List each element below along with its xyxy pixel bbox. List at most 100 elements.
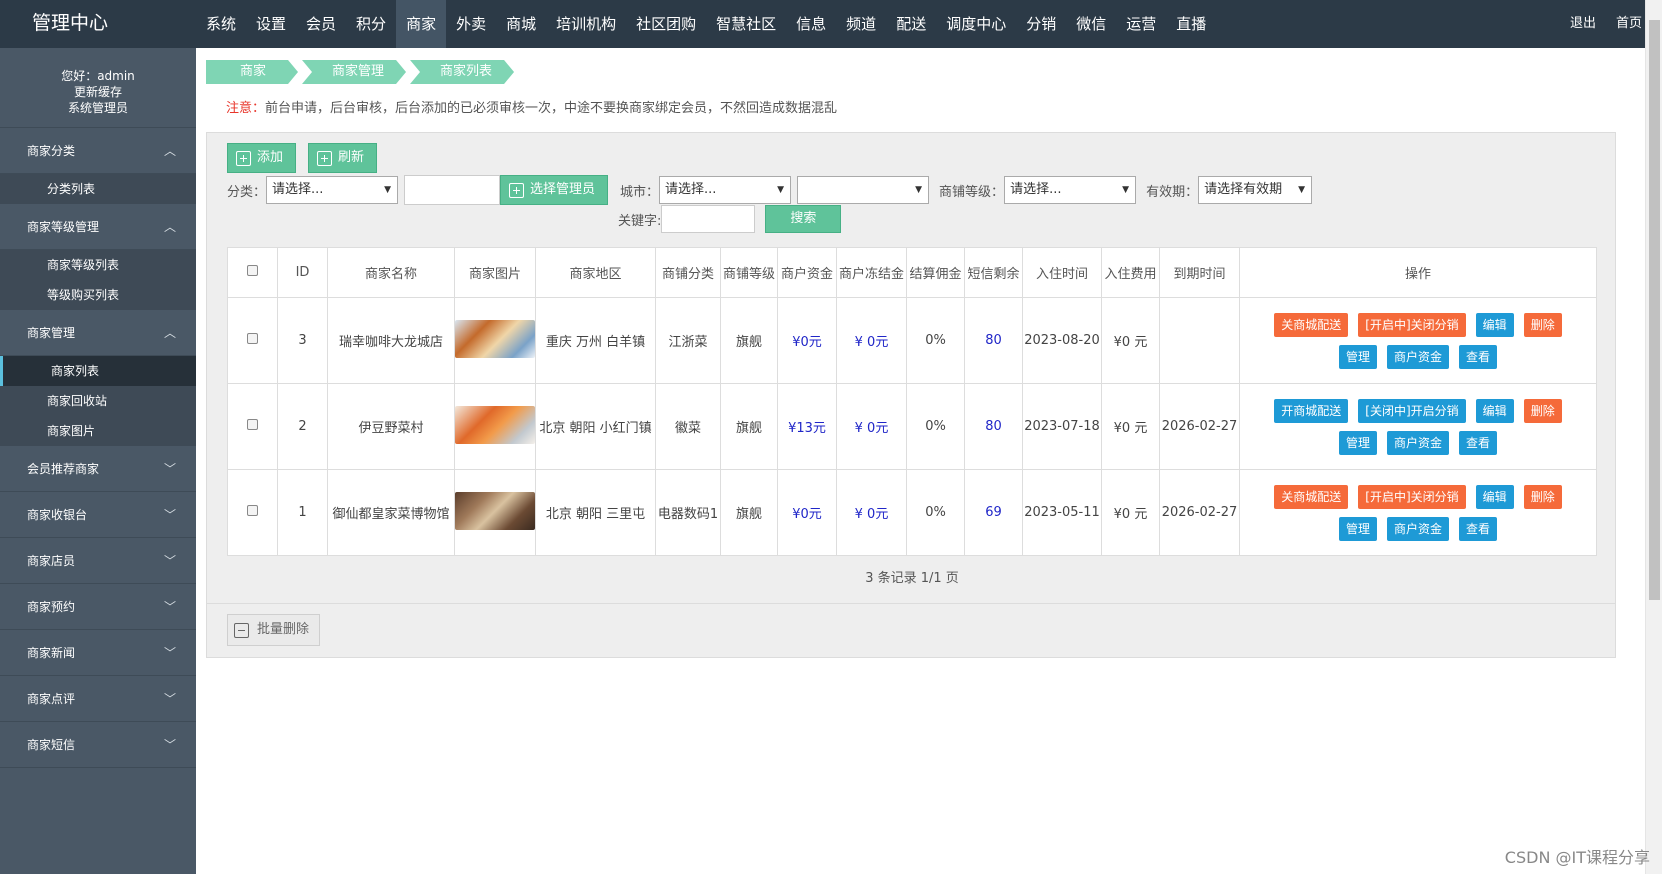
scrollbar-thumb[interactable] [1649, 20, 1660, 600]
merchant-funds-button[interactable]: 商户资金 [1386, 344, 1449, 369]
level-select[interactable]: 请选择... ▼ [1004, 176, 1137, 204]
batch-delete-button[interactable]: 批量删除 [227, 614, 321, 646]
cell-fee: ¥0 元 [1101, 297, 1160, 384]
view-button[interactable]: 查看 [1459, 344, 1498, 369]
edit-button[interactable]: 编辑 [1475, 398, 1514, 423]
category-select[interactable]: 请选择... ▼ [266, 176, 399, 204]
cell-level: 旗舰 [720, 383, 778, 470]
district-select[interactable]: ▼ [797, 176, 930, 204]
manage-button[interactable]: 管理 [1338, 516, 1377, 541]
topnav-item[interactable]: 调度中心 [936, 0, 1016, 48]
topnav-item[interactable]: 商城 [496, 0, 546, 48]
sidebar-section-collapsed[interactable]: 商家短信 ﹀ [0, 722, 196, 768]
manage-button[interactable]: 管理 [1338, 430, 1377, 455]
brand-title: 管理中心 [32, 12, 109, 34]
merchant-thumbnail[interactable] [455, 491, 535, 530]
edit-button[interactable]: 编辑 [1475, 312, 1514, 337]
row-checkbox[interactable] [247, 505, 258, 516]
toggle-delivery-button[interactable]: 开商城配送 [1274, 398, 1349, 423]
toggle-delivery-button[interactable]: 关商城配送 [1274, 312, 1349, 337]
action-group: 关商城配送 [开启中]关闭分销 编辑 删除 管理 商户资金 查看 [1241, 484, 1596, 541]
city-select[interactable]: 请选择... ▼ [659, 176, 792, 204]
select-all-checkbox[interactable] [247, 265, 258, 276]
sidebar-section-category[interactable]: 商家分类 ︿ [0, 128, 196, 174]
sidebar-section-collapsed[interactable]: 商家点评 ﹀ [0, 676, 196, 722]
logout-link[interactable]: 退出 [1570, 0, 1596, 48]
sidebar-section-level[interactable]: 商家等级管理 ︿ [0, 204, 196, 250]
topnav-item[interactable]: 培训机构 [546, 0, 626, 48]
cell-actions: 关商城配送 [开启中]关闭分销 编辑 删除 管理 商户资金 查看 [1239, 469, 1597, 556]
chevron-down-icon: ﹀ [163, 554, 176, 568]
sidebar-item-merchant-list[interactable]: 商家列表 [0, 356, 196, 386]
view-button[interactable]: 查看 [1459, 516, 1498, 541]
toggle-distribution-button[interactable]: [开启中]关闭分销 [1358, 484, 1466, 509]
topnav-item[interactable]: 商家 [396, 0, 447, 48]
topnav-item[interactable]: 频道 [836, 0, 886, 48]
topnav-item[interactable]: 运营 [1116, 0, 1166, 48]
sidebar-section-collapsed[interactable]: 商家新闻 ﹀ [0, 630, 196, 676]
cell-category: 徽菜 [655, 383, 721, 470]
delete-button[interactable]: 删除 [1523, 398, 1562, 423]
topnav-item[interactable]: 社区团购 [626, 0, 706, 48]
topnav-item[interactable]: 外卖 [446, 0, 496, 48]
sidebar-item-merchant-images[interactable]: 商家图片 [0, 416, 196, 446]
topnav-item[interactable]: 系统 [196, 0, 246, 48]
valid-select-value: 请选择有效期 [1204, 182, 1283, 197]
breadcrumb-item[interactable]: 商家 [206, 60, 298, 84]
sidebar-item-level-list[interactable]: 商家等级列表 [0, 250, 196, 280]
sidebar-section-collapsed[interactable]: 会员推荐商家 ﹀ [0, 446, 196, 492]
sidebar-section-collapsed[interactable]: 商家收银台 ﹀ [0, 492, 196, 538]
topnav-item[interactable]: 设置 [246, 0, 296, 48]
valid-select[interactable]: 请选择有效期 ▼ [1198, 176, 1313, 204]
watermark-text: CSDN @IT课程分享 [1504, 848, 1650, 867]
breadcrumb-item[interactable]: 商家列表 [410, 60, 514, 84]
merchant-funds-button[interactable]: 商户资金 [1386, 516, 1449, 541]
toggle-delivery-button[interactable]: 关商城配送 [1274, 484, 1349, 509]
dropdown-arrow-icon: ▼ [777, 185, 785, 195]
topnav-item[interactable]: 配送 [886, 0, 936, 48]
topnav-item[interactable]: 直播 [1166, 0, 1216, 48]
breadcrumb-item[interactable]: 商家管理 [302, 60, 406, 84]
row-checkbox[interactable] [247, 333, 258, 344]
dropdown-arrow-icon: ▼ [1122, 185, 1130, 195]
toggle-distribution-button[interactable]: [开启中]关闭分销 [1358, 312, 1466, 337]
admin-input[interactable] [404, 175, 501, 205]
add-button[interactable]: 添加 [227, 143, 297, 173]
search-button[interactable]: 搜索 [765, 205, 842, 233]
merchant-table: ID 商家名称 商家图片 商家地区 商铺分类 商铺等级 商户资金 商户冻结金 结… [227, 247, 1597, 556]
topnav-item[interactable]: 微信 [1066, 0, 1116, 48]
topnav-item[interactable]: 积分 [346, 0, 396, 48]
row-checkbox[interactable] [247, 419, 258, 430]
topnav-item[interactable]: 会员 [296, 0, 346, 48]
sidebar-item-level-purchase[interactable]: 等级购买列表 [0, 280, 196, 310]
refresh-cache-link[interactable]: 更新缓存 [0, 84, 196, 100]
col-header: 结算佣金 [906, 247, 965, 298]
topnav-item[interactable]: 智慧社区 [706, 0, 786, 48]
sidebar-section-collapsed[interactable]: 商家预约 ﹀ [0, 584, 196, 630]
choose-admin-button[interactable]: 选择管理员 [500, 175, 609, 205]
delete-button[interactable]: 删除 [1523, 484, 1562, 509]
home-link[interactable]: 首页 [1616, 0, 1642, 48]
edit-button[interactable]: 编辑 [1475, 484, 1514, 509]
merchant-thumbnail[interactable] [455, 319, 535, 358]
sidebar-section-manage[interactable]: 商家管理 ︿ [0, 310, 196, 356]
topnav-item[interactable]: 信息 [786, 0, 836, 48]
delete-button[interactable]: 删除 [1523, 312, 1562, 337]
merchant-thumbnail[interactable] [455, 405, 535, 444]
keyword-input[interactable] [661, 205, 756, 233]
sidebar-item-recycle-bin[interactable]: 商家回收站 [0, 386, 196, 416]
sidebar-item-category-list[interactable]: 分类列表 [0, 174, 196, 204]
view-button[interactable]: 查看 [1459, 430, 1498, 455]
table-row: 1 御仙都皇家菜博物馆 北京 朝阳 三里屯 电器数码1 旗舰 ¥0元 ¥ 0元 … [227, 469, 1597, 556]
sidebar-section-collapsed[interactable]: 商家店员 ﹀ [0, 538, 196, 584]
toggle-distribution-button[interactable]: [关闭中]开启分销 [1358, 398, 1466, 423]
refresh-button[interactable]: 刷新 [308, 143, 378, 173]
cell-funds: ¥0元 [777, 469, 837, 556]
sidebar-section-label: 会员推荐商家 [27, 462, 100, 476]
page-scrollbar[interactable] [1645, 0, 1662, 874]
topnav-item[interactable]: 分销 [1016, 0, 1066, 48]
merchant-funds-button[interactable]: 商户资金 [1386, 430, 1449, 455]
refresh-button-label: 刷新 [338, 150, 365, 165]
chevron-up-icon: ︿ [163, 220, 176, 234]
manage-button[interactable]: 管理 [1338, 344, 1377, 369]
